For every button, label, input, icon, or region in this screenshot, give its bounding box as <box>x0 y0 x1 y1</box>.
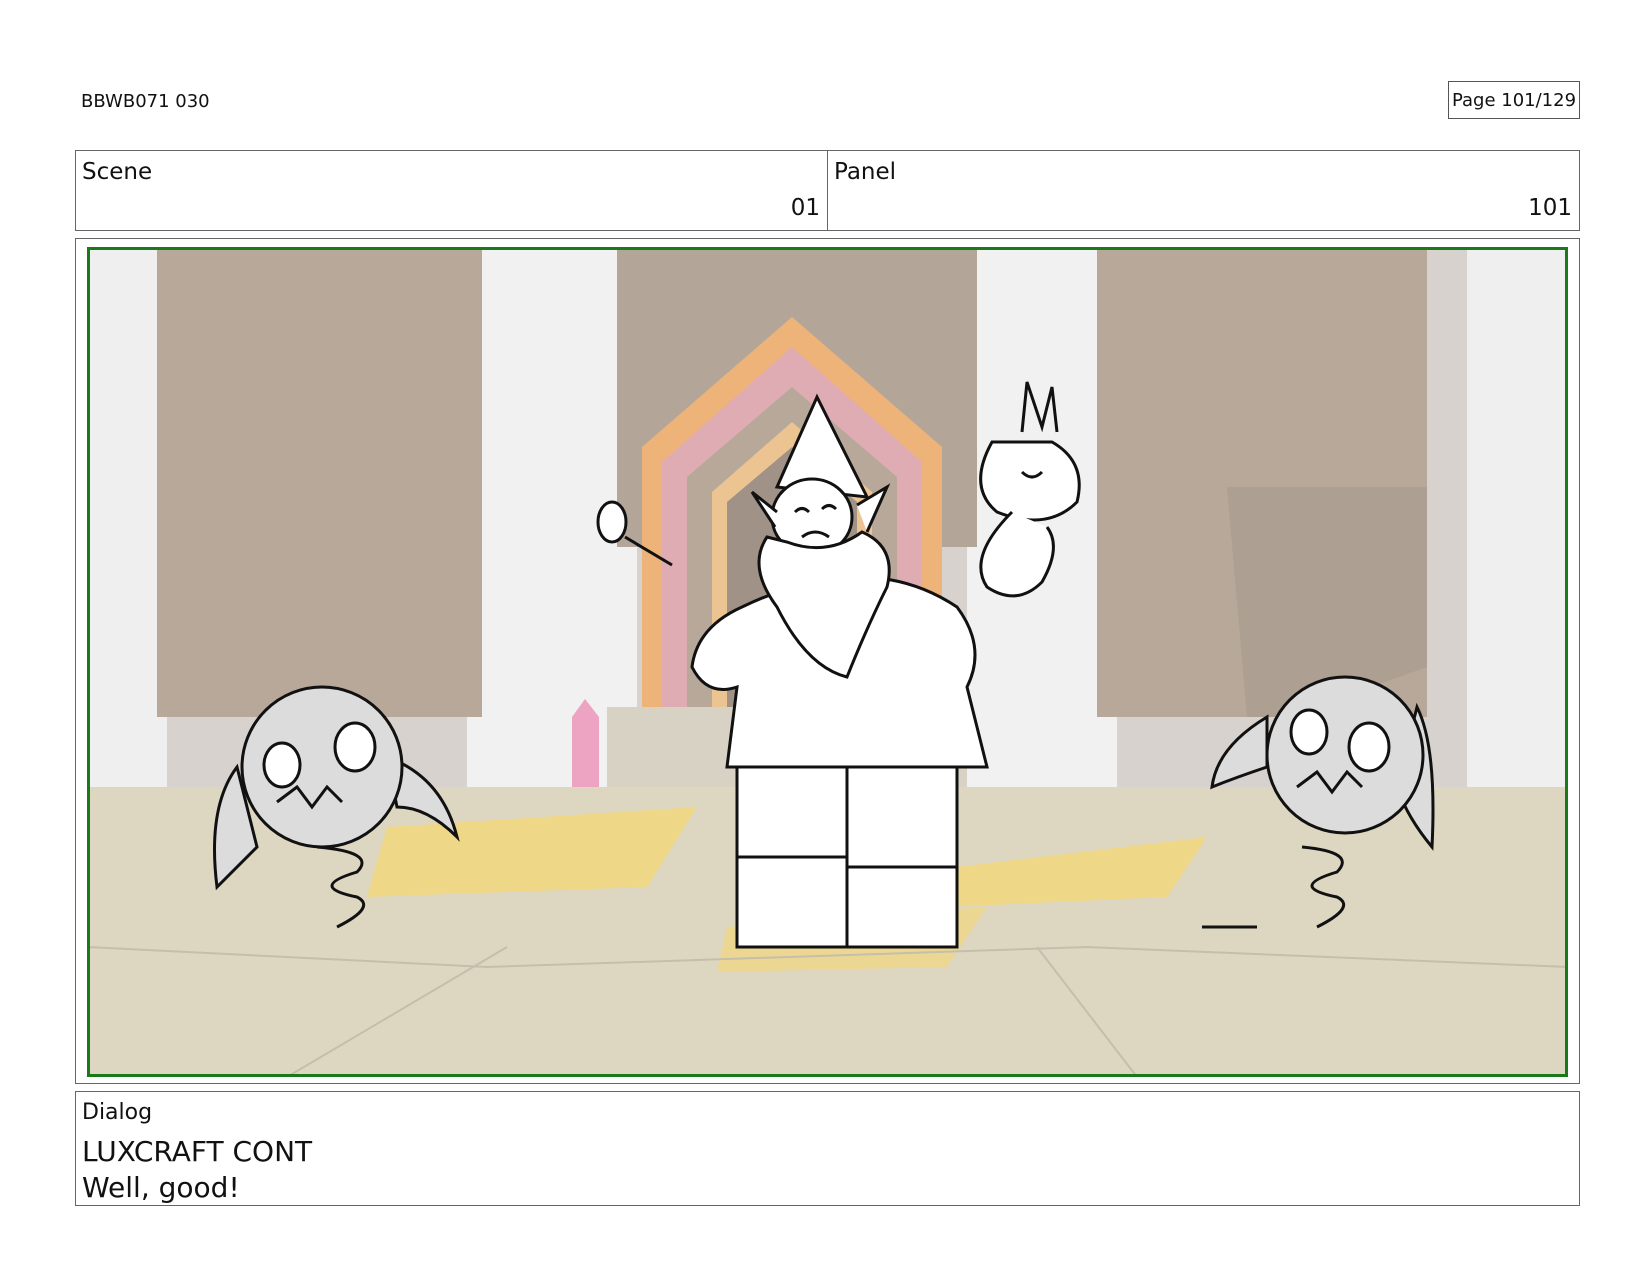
document-code: BBWB071 030 <box>81 91 210 112</box>
scene-cell: Scene 01 <box>76 151 827 230</box>
dialog-box: Dialog LUXCRAFT CONT Well, good! <box>75 1091 1580 1206</box>
dialog-speaker: LUXCRAFT CONT <box>82 1135 313 1168</box>
scene-panel-table: Scene 01 Panel 101 <box>75 150 1580 231</box>
scene-number: 01 <box>790 195 820 221</box>
panel-number: 101 <box>1528 195 1572 221</box>
storyboard-drawing <box>87 247 1568 1077</box>
page-number: Page 101/129 <box>1451 89 1577 111</box>
scene-illustration <box>87 247 1568 1077</box>
storyboard-panel-frame <box>75 238 1580 1084</box>
scene-label: Scene <box>82 159 153 185</box>
page-number-box: Page 101/129 <box>1448 81 1580 119</box>
dialog-label: Dialog <box>82 1100 153 1125</box>
panel-cell: Panel 101 <box>827 151 1579 230</box>
dialog-line: Well, good! <box>82 1171 240 1204</box>
panel-label: Panel <box>834 159 897 185</box>
